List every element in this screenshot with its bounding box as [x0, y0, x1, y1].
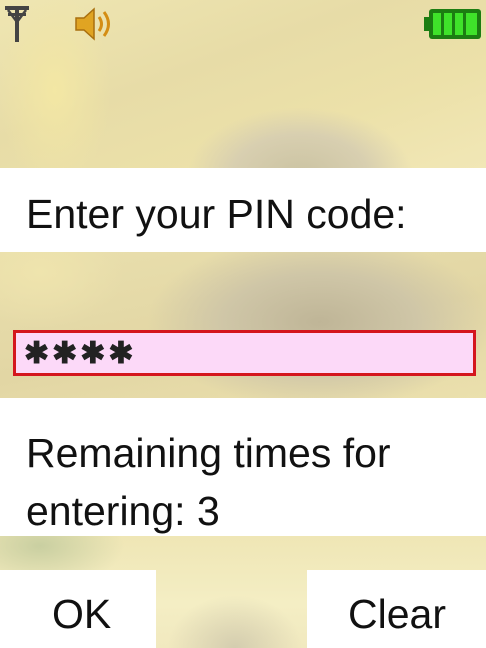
signal-antenna-icon	[5, 6, 29, 42]
speaker-volume-icon	[75, 7, 110, 41]
battery-full-icon	[424, 9, 481, 39]
clear-softkey-label: Clear	[348, 591, 446, 637]
pin-input-value: ✱✱✱✱	[24, 337, 137, 370]
clear-softkey[interactable]: Clear	[307, 570, 486, 648]
pin-input[interactable]: ✱✱✱✱	[13, 330, 476, 376]
wallpaper-middle	[0, 252, 486, 398]
ok-softkey-label: OK	[52, 591, 112, 637]
status-bar	[0, 0, 486, 48]
remaining-attempts-text: Remaining times for entering: 3	[26, 430, 391, 534]
pin-prompt-label: Enter your PIN code:	[26, 191, 407, 237]
ok-softkey[interactable]: OK	[0, 570, 156, 648]
pin-entry-screen: Enter your PIN code: ✱✱✱✱ Remaining time…	[0, 0, 486, 648]
